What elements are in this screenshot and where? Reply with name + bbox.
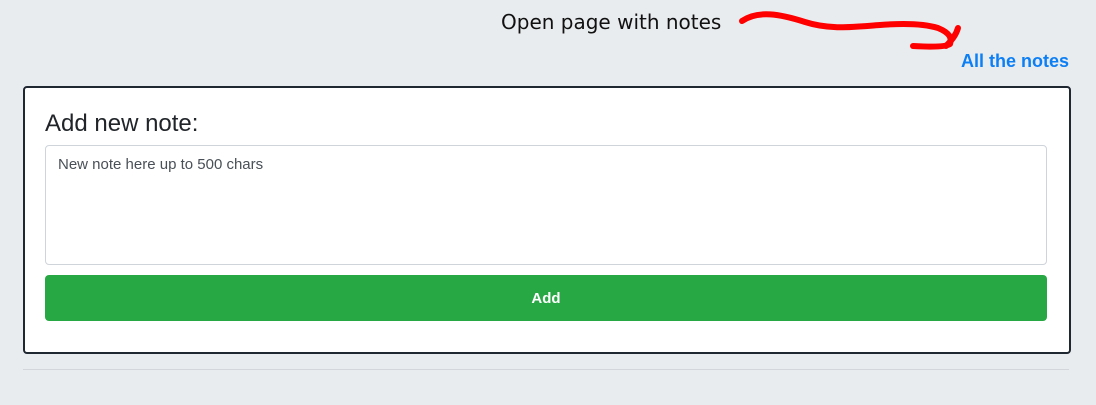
arrow-head [943,25,961,49]
note-textarea[interactable] [45,145,1047,265]
add-button[interactable]: Add [45,275,1047,321]
card-title: Add new note: [45,110,199,137]
annotation-text: Open page with notes [501,10,722,34]
divider [23,369,1069,370]
add-note-card: Add new note: Add [23,86,1071,354]
arrow-shaft [739,11,954,50]
all-notes-link[interactable]: All the notes [961,51,1069,72]
